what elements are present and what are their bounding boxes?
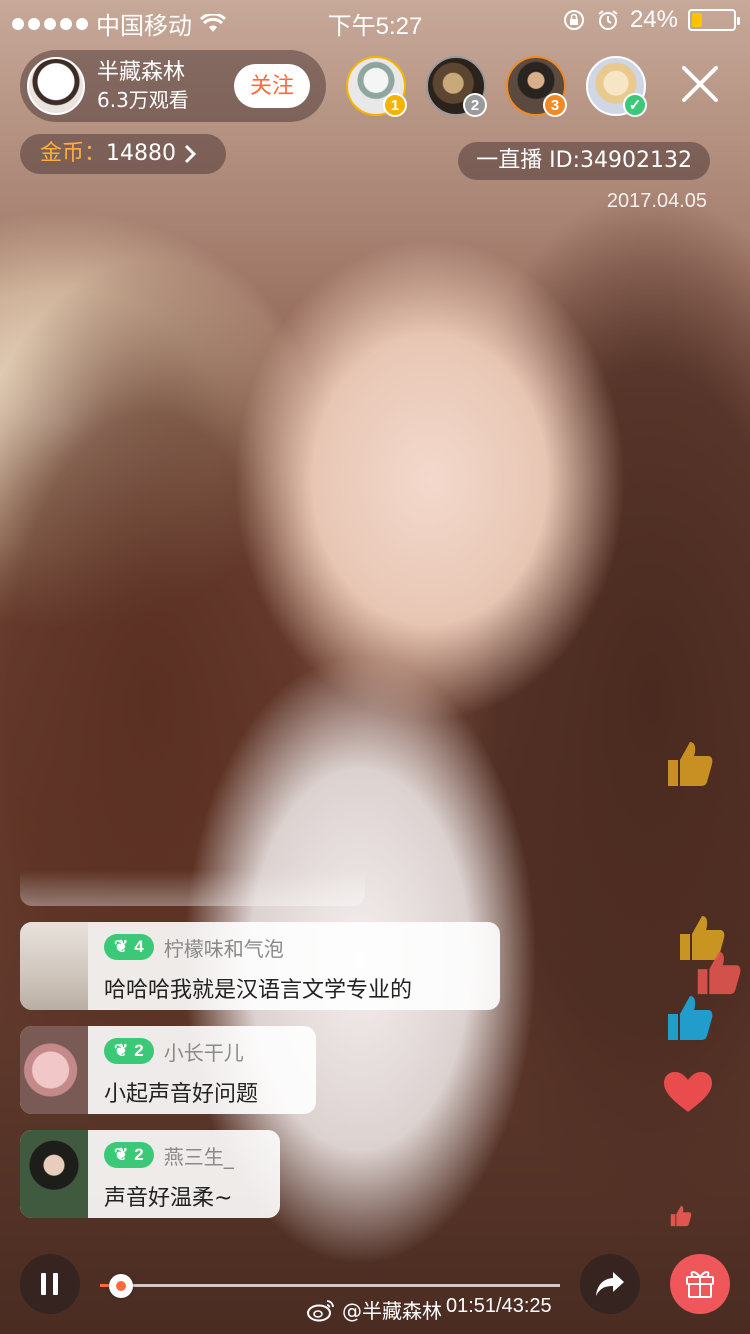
progress-track[interactable] <box>100 1274 560 1298</box>
comment-text: 哈哈哈我就是汉语言文学专业的 <box>104 978 413 1003</box>
sprout-icon: ❦ <box>114 1145 129 1164</box>
host-avatar[interactable] <box>27 57 85 115</box>
level-value: 4 <box>134 937 144 956</box>
weibo-icon <box>307 1299 334 1321</box>
viewer-avatar-3[interactable]: 3 <box>506 56 567 117</box>
status-right: 24% <box>562 6 740 34</box>
viewer-avatar-1[interactable]: 1 <box>346 56 407 117</box>
level-value: 2 <box>134 1145 144 1164</box>
live-id-badge: 一直播 ID:34902132 <box>458 142 710 180</box>
rank-badge: 3 <box>543 93 567 117</box>
close-icon[interactable] <box>680 64 720 104</box>
coins-label: 金币： <box>40 141 107 166</box>
comment-item: ❦ 4 柠檬味和气泡 哈哈哈我就是汉语言文学专业的 <box>20 922 500 1010</box>
comment-text: 声音好温柔~ <box>104 1186 233 1211</box>
pause-icon <box>53 1273 58 1295</box>
rotation-lock-icon <box>563 10 584 30</box>
comment-body: ❦ 4 柠檬味和气泡 哈哈哈我就是汉语言文学专业的 <box>88 922 428 1010</box>
live-date: 2017.04.05 <box>606 190 707 212</box>
weibo-watermark: @半藏森林 <box>306 1295 442 1324</box>
watermark-text: @半藏森林 <box>342 1299 442 1323</box>
commenter-name[interactable]: 小长干儿 <box>164 1037 244 1066</box>
pause-icon <box>41 1273 46 1295</box>
sprout-icon: ❦ <box>114 937 129 956</box>
rank-badge: 2 <box>463 93 487 117</box>
commenter-avatar[interactable] <box>20 922 88 1010</box>
heart-icon <box>664 1072 712 1112</box>
alarm-icon <box>598 10 618 30</box>
level-badge: ❦ 4 <box>104 934 154 960</box>
thumbs-up-icon <box>668 996 713 1040</box>
verified-check-icon: ✓ <box>623 93 647 117</box>
comment-body: ❦ 2 燕三生_ 声音好温柔~ <box>88 1130 250 1218</box>
thumbs-up-icon <box>670 1205 692 1227</box>
sprout-icon: ❦ <box>114 1041 129 1060</box>
battery-percent: 24% <box>629 6 678 33</box>
progress-thumb[interactable] <box>108 1274 133 1298</box>
battery-icon <box>688 9 740 31</box>
coins-value: 14880 <box>106 141 177 166</box>
coins-pill[interactable]: 金币： 14880 <box>20 134 226 174</box>
host-card[interactable]: 半藏森林 6.3万观看 关注 <box>20 50 326 122</box>
chevron-right-icon <box>184 144 197 164</box>
gift-icon <box>686 1271 714 1298</box>
commenter-name[interactable]: 燕三生_ <box>164 1141 234 1170</box>
comment-body: ❦ 2 小长干儿 小起声音好问题 <box>88 1026 274 1114</box>
viewer-avatar-4[interactable]: ✓ <box>586 56 647 117</box>
host-views: 6.3万观看 <box>97 88 189 112</box>
battery-fill <box>692 13 702 27</box>
share-button[interactable] <box>580 1254 640 1314</box>
level-value: 2 <box>134 1041 144 1060</box>
commenter-avatar[interactable] <box>20 1026 88 1114</box>
share-icon <box>596 1272 624 1296</box>
comment-item: ❦ 2 燕三生_ 声音好温柔~ <box>20 1130 280 1218</box>
commenter-avatar[interactable] <box>20 1130 88 1218</box>
rank-badge: 1 <box>383 93 407 117</box>
status-bar: 中国移动 下午5:27 24% <box>0 0 750 40</box>
top-viewers: 1 2 3 ✓ <box>346 56 647 117</box>
follow-button[interactable]: 关注 <box>234 64 310 108</box>
faded-comment <box>20 870 365 906</box>
comment-text: 小起声音好问题 <box>104 1082 259 1107</box>
host-name: 半藏森林 <box>97 60 186 85</box>
pause-button[interactable] <box>20 1254 80 1314</box>
level-badge: ❦ 2 <box>104 1038 154 1064</box>
thumbs-up-icon <box>668 742 713 786</box>
commenter-name[interactable]: 柠檬味和气泡 <box>164 933 284 962</box>
host-info: 半藏森林 6.3万观看 <box>97 59 189 113</box>
playback-time: 01:51/43:25 <box>446 1295 552 1317</box>
comment-item: ❦ 2 小长干儿 小起声音好问题 <box>20 1026 316 1114</box>
viewer-avatar-2[interactable]: 2 <box>426 56 487 117</box>
level-badge: ❦ 2 <box>104 1142 154 1168</box>
gift-button[interactable] <box>670 1254 730 1314</box>
thumbs-up-icon <box>697 951 741 995</box>
